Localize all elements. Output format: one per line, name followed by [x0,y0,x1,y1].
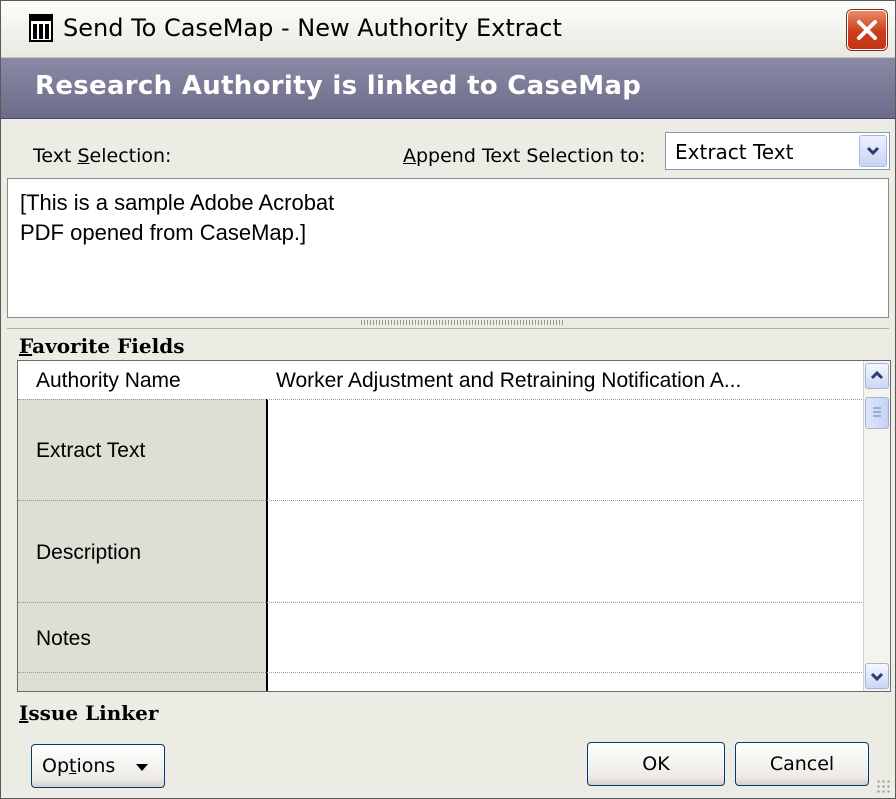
row-divider [18,500,864,501]
field-label-extract-text: Extract Text [36,439,146,462]
scroll-thumb[interactable] [865,397,889,429]
row-divider [18,672,864,673]
vertical-scrollbar[interactable] [863,361,890,691]
caret-down-icon [136,764,148,771]
header-banner: Research Authority is linked to CaseMap [1,58,895,119]
dropdown-button[interactable] [859,135,887,167]
favorite-fields-grid: Authority Name Worker Adjustment and Ret… [17,360,891,692]
options-label-part: ions [76,755,116,777]
scroll-up-button[interactable] [865,363,889,389]
options-button[interactable]: Options [31,744,165,788]
options-label-part: Op [42,755,70,777]
chevron-down-icon [870,672,884,682]
field-label-authority-name: Authority Name [36,369,181,392]
resize-grip-icon[interactable] [876,779,892,795]
text-selection-content: [This is a sample Adobe Acrobat PDF open… [20,190,335,245]
favorite-fields-heading-text: avorite Fields [32,334,185,358]
casemap-app-icon [29,14,53,42]
close-icon [857,20,877,40]
row-divider [18,602,864,603]
append-selection-label-part: ppend Text Selection to: [416,145,646,167]
text-selection-mnemonic: S [77,145,90,167]
splitter-handle[interactable] [7,318,889,329]
issue-linker-heading[interactable]: Issue Linker [19,701,158,725]
text-selection-area[interactable]: [This is a sample Adobe Acrobat PDF open… [7,178,889,318]
cancel-button[interactable]: Cancel [735,742,869,786]
row-divider [18,399,864,400]
issue-linker-heading-text: ssue Linker [28,701,159,725]
append-selection-mnemonic: A [403,145,416,167]
text-selection-label: Text Selection: [33,145,171,167]
issue-linker-mnemonic: I [19,701,29,725]
favorite-fields-mnemonic: F [19,334,33,358]
text-selection-label-part: election: [89,145,172,167]
ok-button[interactable]: OK [587,742,725,786]
banner-title: Research Authority is linked to CaseMap [35,71,642,101]
scroll-down-button[interactable] [865,663,889,689]
close-button[interactable] [847,10,887,50]
append-target-value: Extract Text [675,140,794,164]
chevron-down-icon [866,146,880,156]
favorite-fields-heading[interactable]: Favorite Fields [19,334,184,358]
window-title: Send To CaseMap - New Authority Extract [63,14,562,42]
grip-icon [361,320,565,325]
text-selection-label-part: Text [33,145,78,167]
append-selection-label: Append Text Selection to: [403,145,646,167]
title-bar[interactable]: Send To CaseMap - New Authority Extract [1,1,895,58]
field-label-notes: Notes [36,627,91,650]
chevron-up-icon [870,370,884,380]
grip-lines-icon [873,407,881,417]
append-target-select[interactable]: Extract Text [665,132,890,170]
field-value-authority-name[interactable]: Worker Adjustment and Retraining Notific… [276,369,860,393]
field-label-description: Description [36,541,142,564]
dialog-window: Send To CaseMap - New Authority Extract … [0,0,896,799]
